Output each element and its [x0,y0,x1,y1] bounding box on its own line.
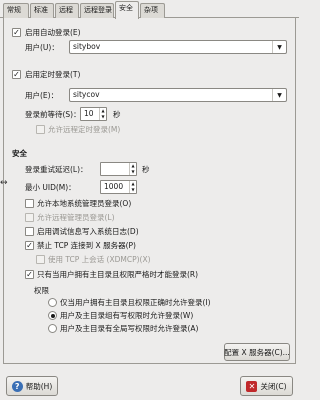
min-uid-value: 1000 [104,182,124,191]
timed-login-delay-spinner[interactable]: 10 ▲ ▼ [80,107,107,121]
chevron-down-icon[interactable]: ▼ [272,89,286,101]
allow-remote-timed-label: 允许远程定时登录(M) [48,125,121,134]
help-icon: ? [11,380,23,392]
allow-local-admin-label: 允许本地系统管理员登录(O) [37,199,132,208]
configure-x-server-button[interactable]: 配置 X 服务器(C)... [224,343,290,361]
help-button[interactable]: ? 帮助(H) [6,376,58,396]
chevron-down-icon[interactable]: ▼ [272,41,286,53]
configure-x-server-label: 配置 X 服务器(C)... [224,347,290,357]
check-icon: ✓ [13,27,20,37]
tab-general[interactable]: 常规 [3,3,29,18]
allow-remote-admin-label: 允许远程管理员登录(L) [37,213,115,222]
close-icon: ✕ [246,380,258,392]
tab-remote-login[interactable]: 远程登录 [80,3,114,18]
timed-login-user-combo[interactable]: sitycov ▼ [69,88,287,102]
close-button[interactable]: ✕ 关闭(C) [240,376,293,396]
timed-login-label: 启用定时登录(T) [25,70,81,79]
auto-login-user-combo[interactable]: sitybov ▼ [69,40,287,54]
allow-remote-timed-checkbox[interactable] [36,125,45,134]
debug-syslog-checkbox[interactable] [25,227,34,236]
timed-login-user-value: sitycov [73,90,100,99]
spin-down-icon[interactable]: ▼ [130,169,136,175]
timed-login-user-label: 用户(E)： [25,91,59,100]
allow-remote-admin-checkbox[interactable] [25,213,34,222]
permissions-title: 权限 [34,286,49,295]
permission-radio-3-label: 用户及主目录有全局写权限时允许登录(A) [60,324,199,333]
auto-login-user-label: 用户(U)： [25,43,59,52]
spin-down-icon[interactable]: ▼ [130,187,136,193]
strict-home-label: 只有当用户拥有主目录且权限严格时才能登录(R) [37,270,199,279]
radio-dot-icon [50,313,55,318]
help-button-label: 帮助(H) [25,381,53,391]
permission-radio-3[interactable] [48,324,57,333]
tab-bar: 常规 标准 远程 远程登录 安全 杂项 [0,0,299,19]
auto-login-checkbox[interactable]: ✓ [12,28,21,37]
debug-syslog-label: 启用调试信息写入系统日志(D) [37,227,139,236]
tab-security[interactable]: 安全 [115,1,139,19]
deny-tcp-label: 禁止 TCP 连接到 X 服务器(P) [37,241,136,250]
retry-delay-unit: 秒 [142,165,150,174]
tab-standard[interactable]: 标准 [30,3,54,18]
permission-radio-1-label: 仅当用户拥有主目录且权限正确时允许登录(I) [60,298,211,307]
min-uid-label: 最小 UID(M)： [25,183,76,192]
strict-home-checkbox[interactable]: ✓ [25,270,34,279]
allow-local-admin-checkbox[interactable] [25,199,34,208]
tab-misc[interactable]: 杂项 [140,3,165,18]
timed-login-delay-unit: 秒 [113,110,121,119]
timed-login-delay-value: 10 [84,109,94,118]
auto-login-user-value: sitybov [73,42,101,51]
permission-radio-1[interactable] [48,298,57,307]
xdmcp-checkbox[interactable] [36,255,45,264]
spin-down-icon[interactable]: ▼ [100,114,106,120]
security-section-title: 安全 [12,149,27,158]
timed-login-delay-label: 登录前等待(S)： [25,110,81,119]
permission-radio-2-label: 用户及主目录组有写权限时允许登录(W) [60,311,194,320]
check-icon: ✓ [13,69,20,79]
deny-tcp-checkbox[interactable]: ✓ [25,241,34,250]
xdmcp-label: 使用 TCP 上会话 (XDMCP)(X) [48,255,151,264]
tab-remote[interactable]: 远程 [55,3,79,18]
min-uid-spinner[interactable]: 1000 ▲ ▼ [100,180,137,194]
auto-login-label: 启用自动登录(E) [25,28,81,37]
permission-radio-2[interactable] [48,311,57,320]
mouse-cursor-icon: ↔ [0,178,8,188]
close-button-label: 关闭(C) [260,381,287,391]
timed-login-checkbox[interactable]: ✓ [12,70,21,79]
retry-delay-spinner[interactable]: ▲ ▼ [100,162,137,176]
retry-delay-label: 登录重试延迟(L)： [25,165,88,174]
check-icon: ✓ [26,269,33,279]
check-icon: ✓ [26,240,33,250]
